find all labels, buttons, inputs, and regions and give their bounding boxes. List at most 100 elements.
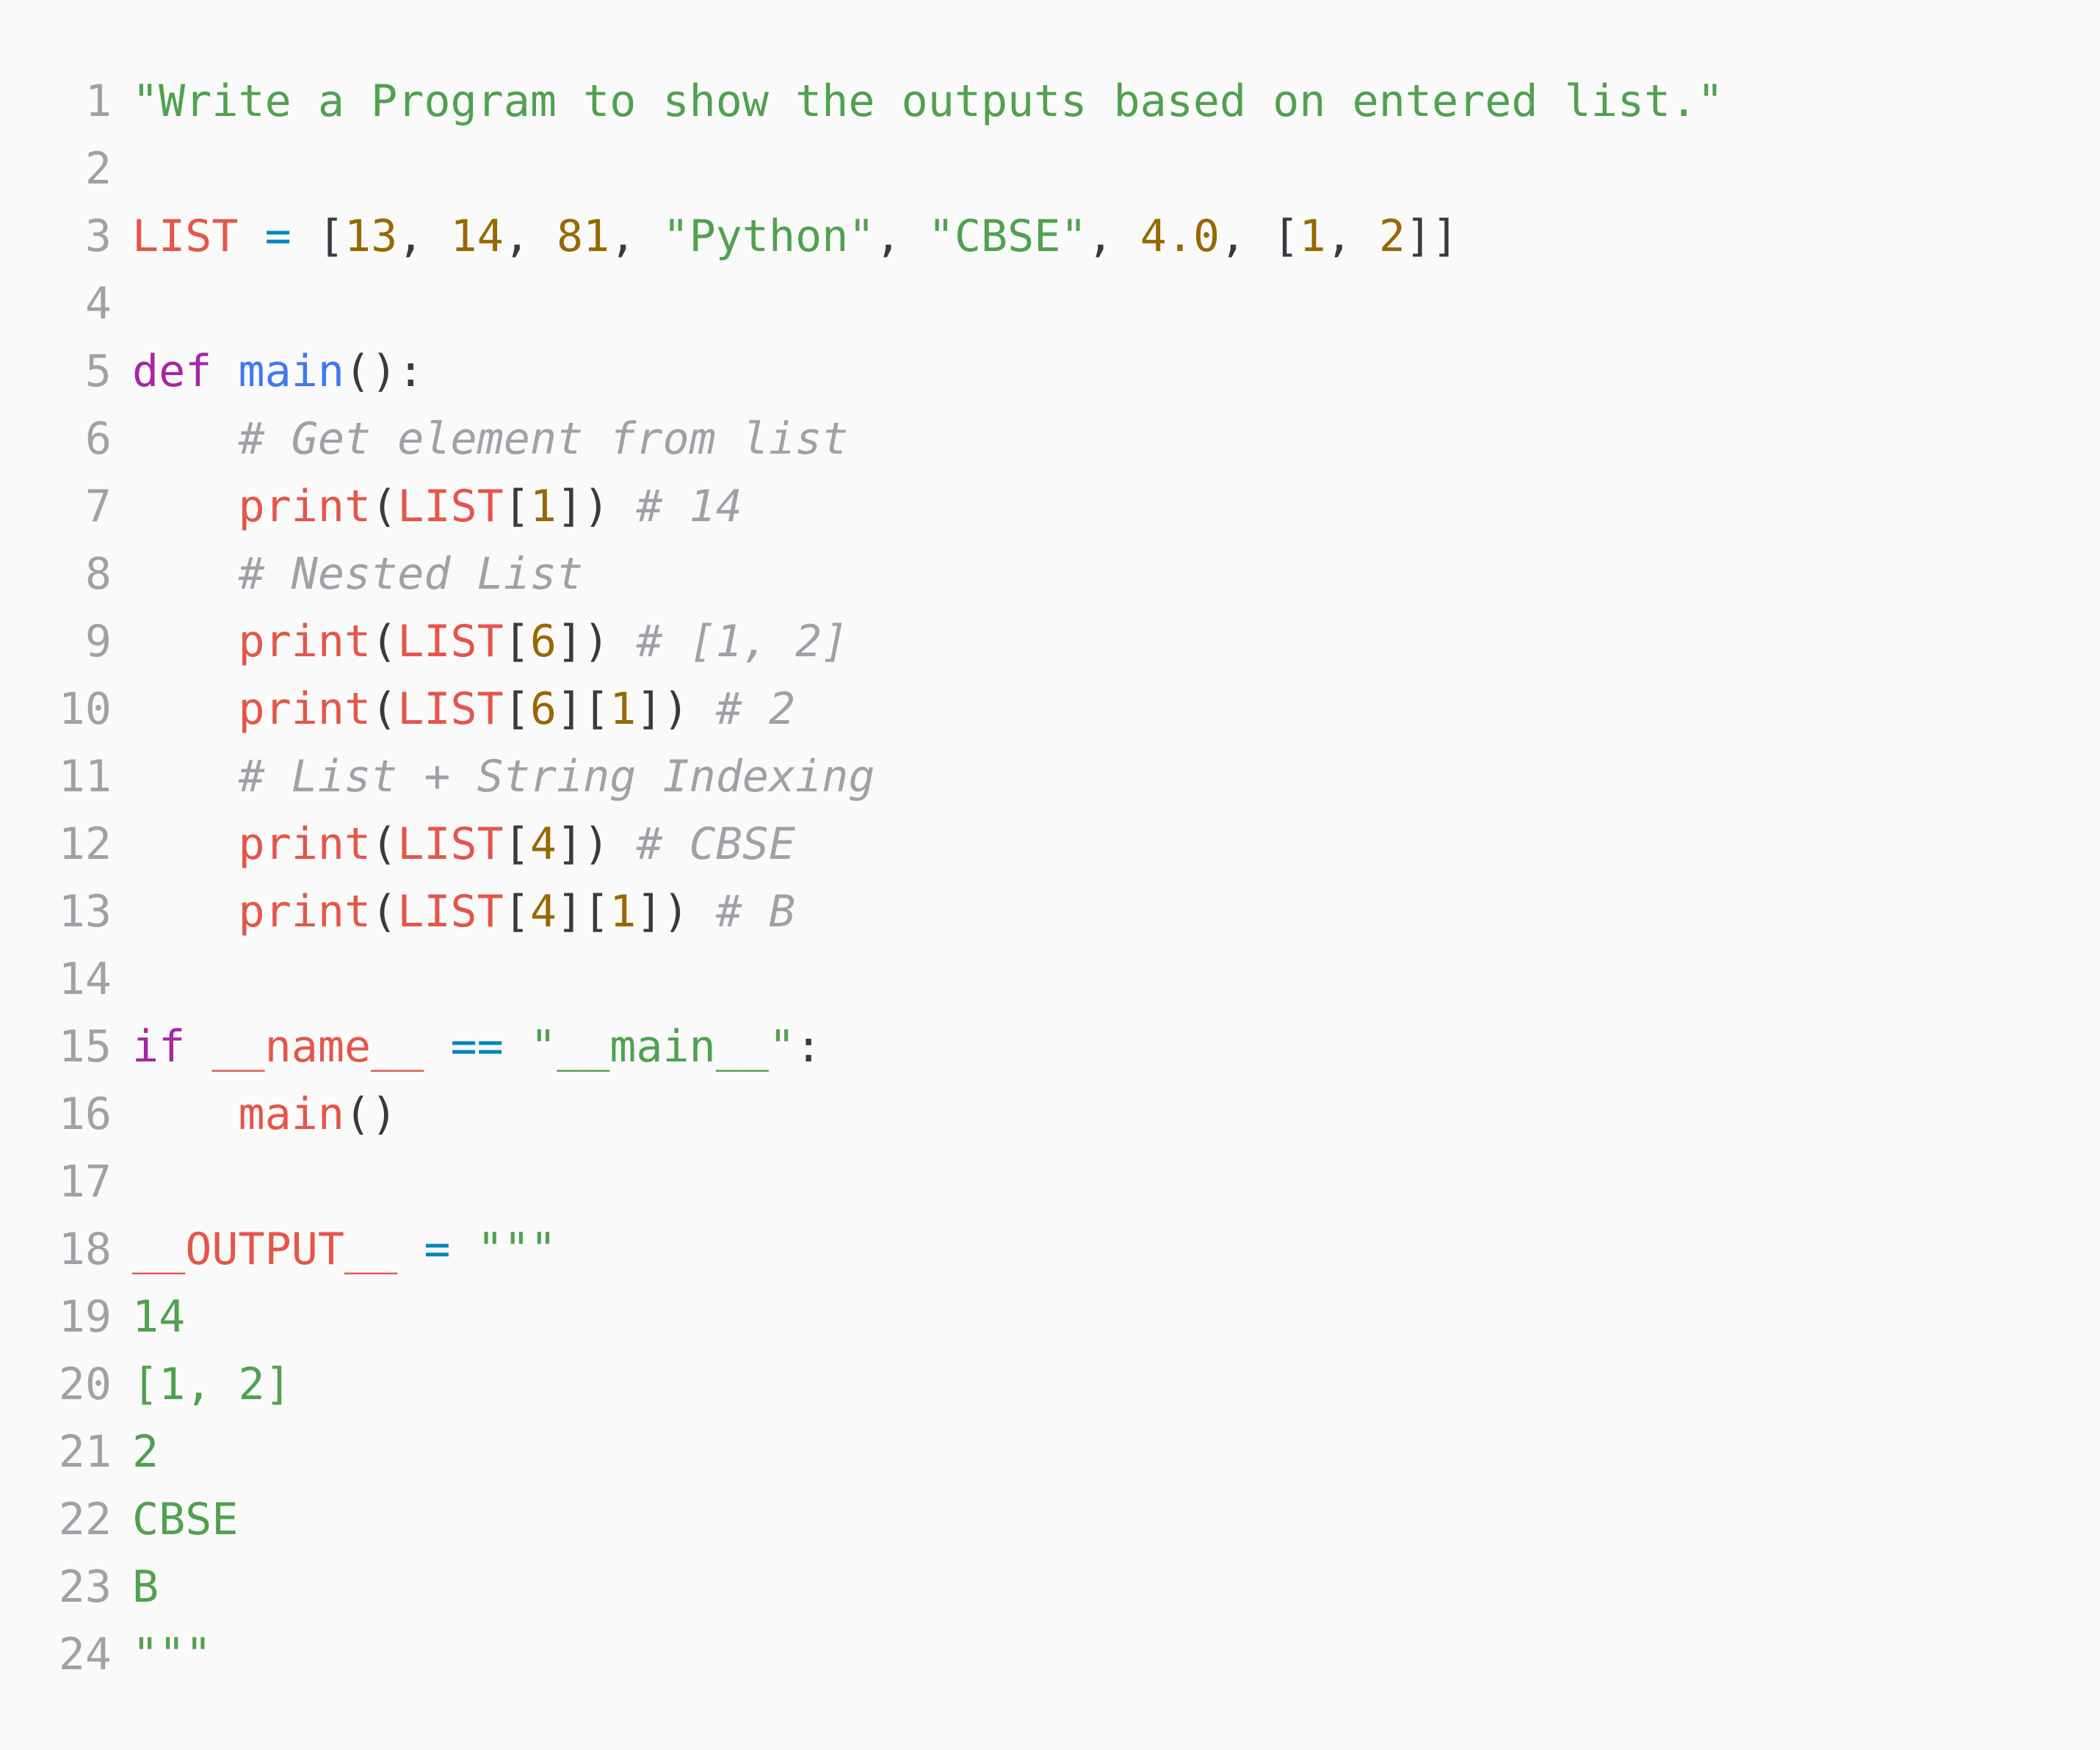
code-text[interactable]: 14 <box>112 1283 2100 1351</box>
code-line[interactable]: 13 print(LIST[4][1]) # B <box>0 878 2100 945</box>
code-text[interactable]: def main(): <box>112 338 2100 405</box>
code-token-punct: , <box>1087 211 1140 262</box>
code-token-var: main <box>238 1089 345 1140</box>
code-token-var: __OUTPUT__ <box>132 1224 398 1275</box>
line-number: 3 <box>84 211 112 262</box>
code-text[interactable]: # Get element from list <box>112 405 2100 473</box>
code-line[interactable]: 21 2 <box>0 1418 2100 1486</box>
code-token-punct: ]) <box>636 683 689 735</box>
code-line[interactable]: 6 # Get element from list <box>0 405 2100 473</box>
code-text[interactable]: print(LIST[1]) # 14 <box>112 473 2100 540</box>
code-token-number: 2 <box>1378 211 1405 262</box>
code-line[interactable]: 18 __OUTPUT__ = """ <box>0 1216 2100 1283</box>
code-token-var: print <box>238 616 372 667</box>
code-line[interactable]: 22 CBSE <box>0 1486 2100 1553</box>
code-line[interactable]: 10 print(LIST[6][1]) # 2 <box>0 675 2100 743</box>
line-number: 4 <box>84 278 112 330</box>
code-text[interactable]: # Nested List <box>112 540 2100 608</box>
code-token-punct: [ <box>503 886 530 937</box>
code-text[interactable]: CBSE <box>112 1486 2100 1553</box>
code-line[interactable]: 15 if __name__ == "__main__": <box>0 1013 2100 1081</box>
code-text[interactable] <box>112 1148 2100 1216</box>
code-line[interactable]: 20 [1, 2] <box>0 1351 2100 1418</box>
code-line[interactable]: 23 B <box>0 1553 2100 1621</box>
code-text[interactable]: """ <box>112 1621 2100 1688</box>
code-token-var: print <box>238 886 372 937</box>
code-text[interactable]: print(LIST[4]) # CBSE <box>112 810 2100 878</box>
line-number: 5 <box>84 346 112 397</box>
code-text[interactable]: print(LIST[4][1]) # B <box>112 878 2100 945</box>
code-line[interactable]: 11 # List + String Indexing <box>0 743 2100 810</box>
code-line[interactable]: 8 # Nested List <box>0 540 2100 608</box>
code-token-keyword: def <box>132 346 212 397</box>
code-token-punct: , <box>1220 211 1273 262</box>
code-text[interactable]: B <box>112 1553 2100 1621</box>
code-line[interactable]: 3 LIST = [13, 14, 81, "Python", "CBSE", 4… <box>0 203 2100 270</box>
code-token-string: """ <box>132 1629 212 1680</box>
code-token-comment: # CBSE <box>636 818 796 870</box>
code-token-number: 4.0 <box>1140 211 1220 262</box>
code-token-punct: [ <box>317 211 344 262</box>
code-token-number: 1 <box>609 886 637 937</box>
code-line[interactable]: 2 <box>0 135 2100 203</box>
code-token-punct: ( <box>371 886 398 937</box>
code-line[interactable]: 19 14 <box>0 1283 2100 1351</box>
line-number: 19 <box>58 1291 112 1343</box>
code-token-punct: ][ <box>557 683 610 735</box>
code-text[interactable]: print(LIST[6][1]) # 2 <box>112 675 2100 743</box>
code-line[interactable]: 16 main() <box>0 1081 2100 1148</box>
code-token-punct: ]) <box>557 616 610 667</box>
code-text[interactable]: # List + String Indexing <box>112 743 2100 810</box>
code-line[interactable]: 9 print(LIST[6]) # [1, 2] <box>0 608 2100 675</box>
code-text[interactable]: print(LIST[6]) # [1, 2] <box>112 608 2100 675</box>
code-token-number: 1 <box>609 683 637 735</box>
code-line[interactable]: 12 print(LIST[4]) # CBSE <box>0 810 2100 878</box>
code-token-var: LIST <box>397 818 504 870</box>
line-number: 6 <box>84 413 112 465</box>
code-line[interactable]: 17 <box>0 1148 2100 1216</box>
code-token-punct: ( <box>371 616 398 667</box>
code-text[interactable] <box>112 945 2100 1013</box>
line-number: 10 <box>58 683 112 735</box>
code-text[interactable] <box>112 270 2100 338</box>
code-text[interactable]: [1, 2] <box>112 1351 2100 1418</box>
code-token-var: LIST <box>397 683 504 735</box>
code-line[interactable]: 7 print(LIST[1]) # 14 <box>0 473 2100 540</box>
code-text[interactable]: 2 <box>112 1418 2100 1486</box>
code-text[interactable]: main() <box>112 1081 2100 1148</box>
code-token-punct: , <box>875 211 928 262</box>
code-token-number: 14 <box>450 211 504 262</box>
code-token-punct: , <box>397 211 451 262</box>
code-token-number: 1 <box>529 481 557 532</box>
line-number: 8 <box>84 548 112 600</box>
line-number: 23 <box>58 1561 112 1613</box>
line-number: 21 <box>58 1426 112 1478</box>
code-token-punct: ( <box>371 683 398 735</box>
code-token-punct: ]) <box>636 886 689 937</box>
code-token-op: = <box>424 1224 451 1275</box>
code-line[interactable]: 1 "Write a Program to show the outputs ba… <box>0 68 2100 135</box>
code-line[interactable]: 4 <box>0 270 2100 338</box>
code-text[interactable] <box>112 135 2100 203</box>
code-line[interactable]: 5 def main(): <box>0 338 2100 405</box>
code-text[interactable]: "Write a Program to show the outputs bas… <box>112 68 2100 135</box>
code-text[interactable]: if __name__ == "__main__": <box>112 1013 2100 1081</box>
code-text[interactable]: __OUTPUT__ = """ <box>112 1216 2100 1283</box>
code-editor[interactable]: 1 "Write a Program to show the outputs ba… <box>0 0 2100 1750</box>
code-line[interactable]: 24 """ <box>0 1621 2100 1688</box>
line-number: 2 <box>84 143 112 195</box>
code-line[interactable]: 14 <box>0 945 2100 1013</box>
line-number: 11 <box>58 751 112 802</box>
code-text[interactable]: LIST = [13, 14, 81, "Python", "CBSE", 4.… <box>112 203 2100 270</box>
